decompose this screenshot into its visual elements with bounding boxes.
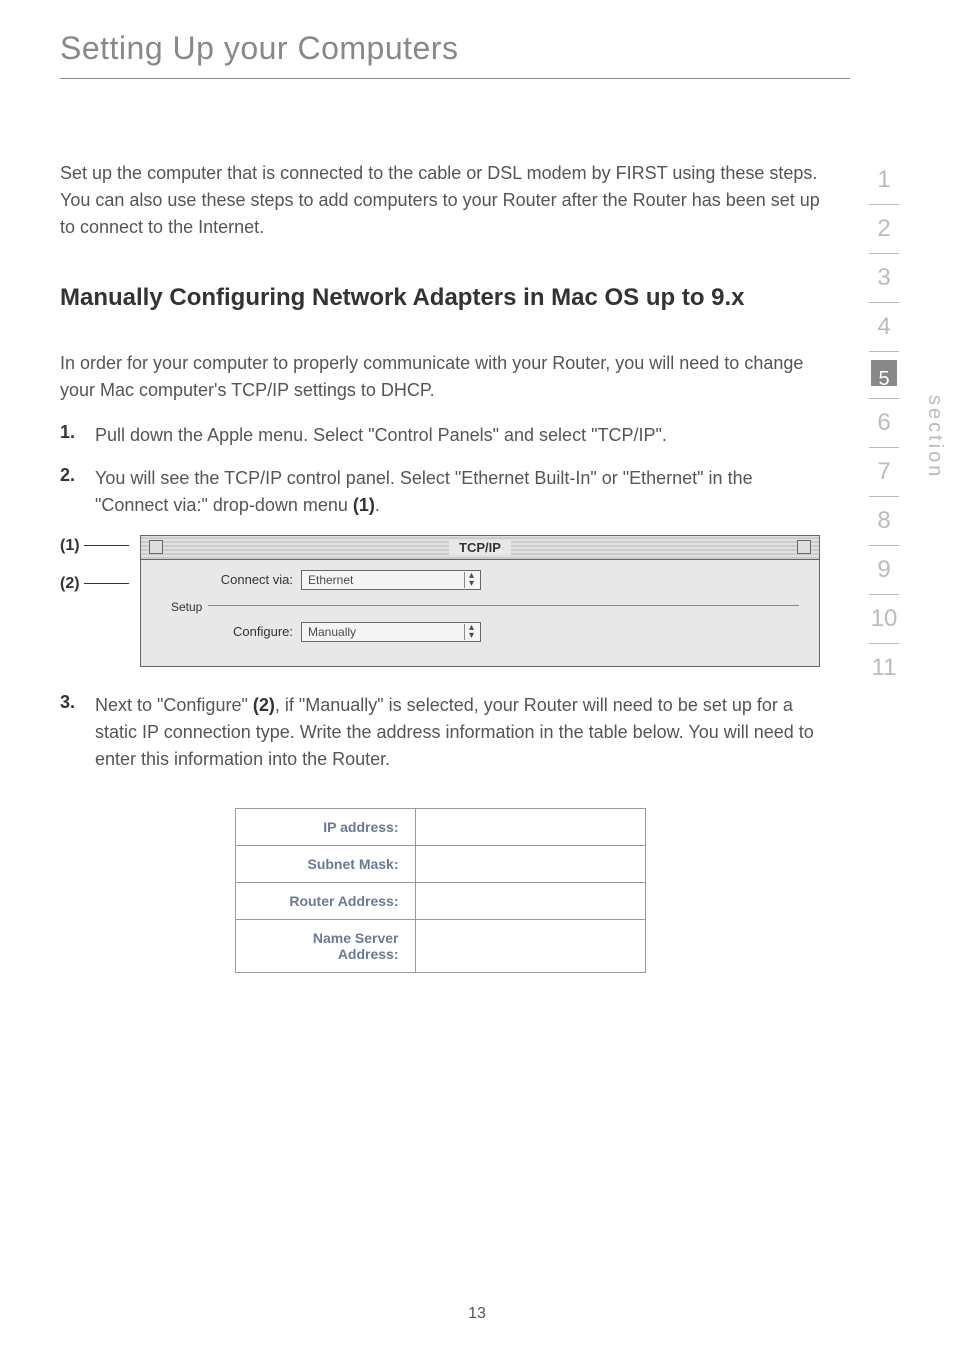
step-text: Next to "Configure" (2), if "Manually" i…	[95, 692, 820, 773]
connect-via-value: Ethernet	[308, 573, 353, 587]
nav-divider	[869, 643, 899, 644]
nav-divider	[869, 545, 899, 546]
nav-item-7[interactable]: 7	[854, 452, 914, 492]
step-text-after: .	[375, 495, 380, 515]
nav-divider	[869, 253, 899, 254]
callout-2-label: (2)	[60, 575, 80, 593]
tcpip-panel-body: Connect via: Ethernet ▴▾ Setup Configure…	[141, 560, 819, 666]
callout-ref: (2)	[253, 695, 275, 715]
router-address-label: Router Address:	[235, 882, 415, 919]
address-info-table: IP address: Subnet Mask: Router Address:…	[235, 808, 646, 973]
nav-divider	[869, 398, 899, 399]
tcpip-panel-figure: (1) (2) TCP/IP Connect via: Ethernet	[60, 535, 820, 667]
callout-ref: (1)	[353, 495, 375, 515]
address-table-figure: IP address: Subnet Mask: Router Address:…	[60, 808, 820, 973]
section-vertical-label: section	[923, 395, 946, 479]
page-number: 13	[468, 1305, 486, 1323]
connect-via-dropdown[interactable]: Ethernet ▴▾	[301, 570, 481, 590]
nav-divider	[869, 204, 899, 205]
ip-address-value	[415, 808, 645, 845]
step-1: 1. Pull down the Apple menu. Select "Con…	[60, 422, 820, 449]
step-number: 3.	[60, 692, 95, 773]
nav-item-5-active[interactable]: 5	[871, 360, 897, 386]
router-address-value	[415, 882, 645, 919]
section-nav: 1 2 3 4 5 6 7 8 9 10 11	[854, 160, 914, 688]
step-3: 3. Next to "Configure" (2), if "Manually…	[60, 692, 820, 773]
nav-divider	[869, 496, 899, 497]
nav-item-10[interactable]: 10	[854, 599, 914, 639]
dropdown-arrows-icon: ▴▾	[464, 572, 474, 588]
nav-item-11[interactable]: 11	[854, 648, 914, 688]
nav-item-4[interactable]: 4	[854, 307, 914, 347]
tcpip-window: TCP/IP Connect via: Ethernet ▴▾ Setup Co…	[140, 535, 820, 667]
titlebar-title: TCP/IP	[449, 540, 511, 555]
setup-fieldset-label: Setup	[171, 600, 202, 614]
step-text-before: Next to "Configure"	[95, 695, 253, 715]
step-2: 2. You will see the TCP/IP control panel…	[60, 465, 820, 519]
callout-line	[84, 583, 129, 584]
ip-address-label: IP address:	[235, 808, 415, 845]
nav-item-9[interactable]: 9	[854, 550, 914, 590]
subnet-mask-label: Subnet Mask:	[235, 845, 415, 882]
nav-item-2[interactable]: 2	[854, 209, 914, 249]
table-row: Name Server Address:	[235, 919, 645, 972]
callout-2: (2)	[60, 575, 129, 593]
name-server-label: Name Server Address:	[235, 919, 415, 972]
step-text: Pull down the Apple menu. Select "Contro…	[95, 422, 667, 449]
callout-line	[84, 545, 129, 546]
header-underline	[60, 78, 850, 79]
name-server-value	[415, 919, 645, 972]
configure-value: Manually	[308, 625, 356, 639]
table-row: Router Address:	[235, 882, 645, 919]
preamble-paragraph: In order for your computer to properly c…	[60, 350, 820, 404]
configure-row: Configure: Manually ▴▾	[161, 622, 799, 642]
page-header-title: Setting Up your Computers	[60, 30, 458, 67]
configure-label: Configure:	[161, 624, 301, 639]
step-text: You will see the TCP/IP control panel. S…	[95, 465, 820, 519]
configure-dropdown[interactable]: Manually ▴▾	[301, 622, 481, 642]
step-number: 2.	[60, 465, 95, 519]
subnet-mask-value	[415, 845, 645, 882]
nav-item-3[interactable]: 3	[854, 258, 914, 298]
connect-via-label: Connect via:	[161, 572, 301, 587]
nav-item-8[interactable]: 8	[854, 501, 914, 541]
nav-divider	[869, 351, 899, 352]
table-row: IP address:	[235, 808, 645, 845]
collapse-box-icon[interactable]	[797, 540, 811, 554]
callout-1-label: (1)	[60, 537, 80, 555]
callout-1: (1)	[60, 537, 129, 555]
connect-via-row: Connect via: Ethernet ▴▾	[161, 570, 799, 590]
fieldset-line	[208, 605, 799, 606]
step-text-before: You will see the TCP/IP control panel. S…	[95, 468, 753, 515]
nav-divider	[869, 447, 899, 448]
nav-divider	[869, 594, 899, 595]
close-box-icon[interactable]	[149, 540, 163, 554]
nav-item-1[interactable]: 1	[854, 160, 914, 200]
tcpip-titlebar: TCP/IP	[141, 536, 819, 560]
nav-divider	[869, 302, 899, 303]
table-row: Subnet Mask:	[235, 845, 645, 882]
intro-paragraph: Set up the computer that is connected to…	[60, 160, 820, 241]
dropdown-arrows-icon: ▴▾	[464, 624, 474, 640]
nav-item-6[interactable]: 6	[854, 403, 914, 443]
step-number: 1.	[60, 422, 95, 449]
section-heading: Manually Configuring Network Adapters in…	[60, 281, 820, 315]
